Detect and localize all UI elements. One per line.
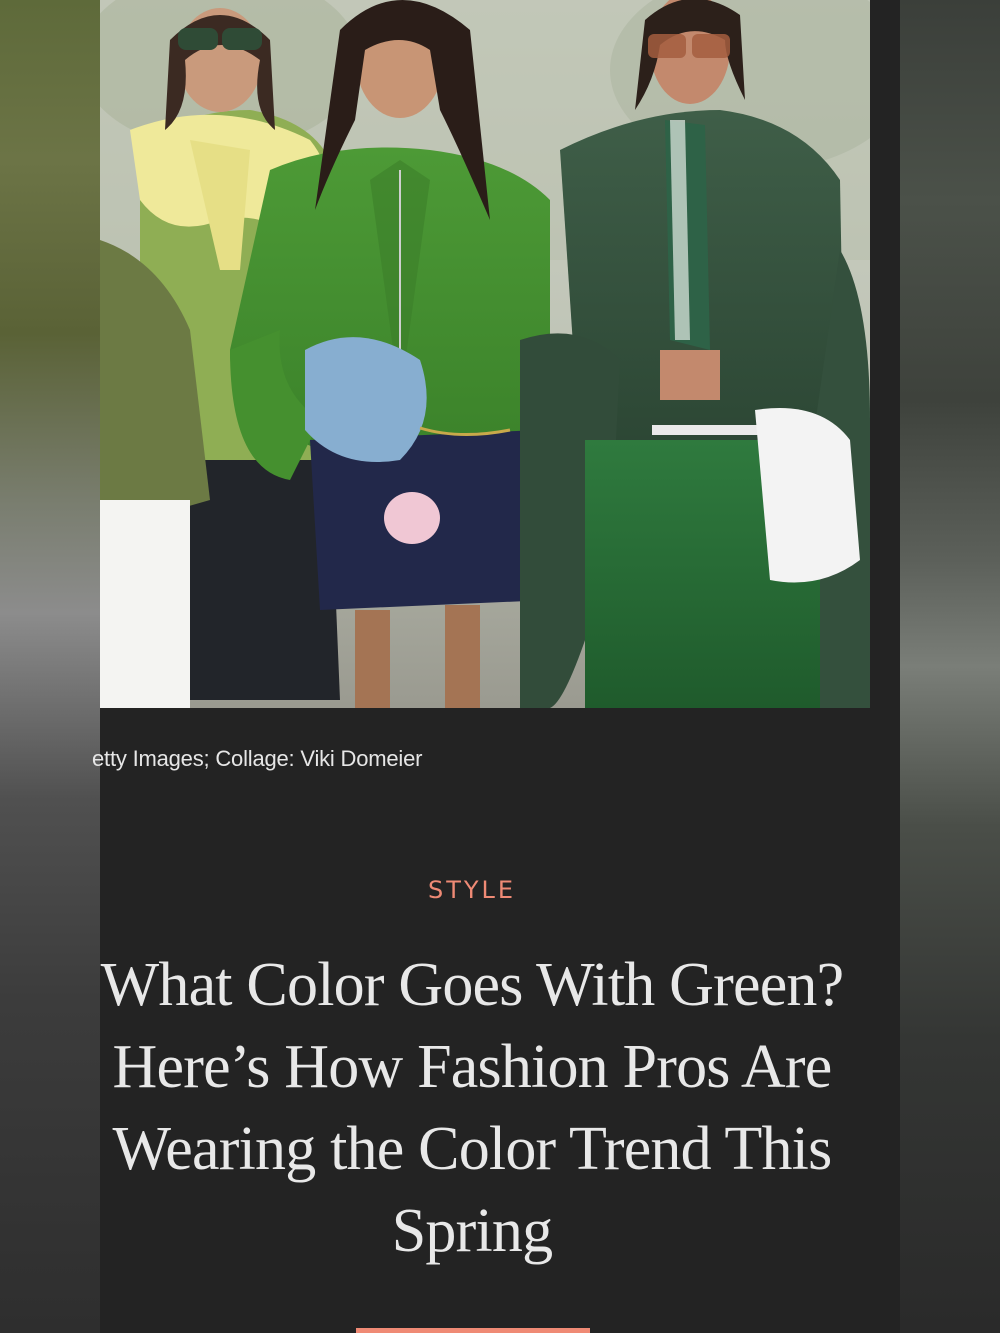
hero-image-illustration: [100, 0, 870, 708]
hero-image[interactable]: [100, 0, 870, 708]
hero-right-gutter: [870, 0, 900, 708]
blurred-backdrop-left: [0, 0, 100, 1333]
blurred-backdrop-right: [900, 0, 1000, 1333]
article-headline: What Color Goes With Green? Here’s How F…: [100, 951, 844, 1265]
screen: etty Images; Collage: Viki Domeier STYLE…: [0, 0, 1000, 1333]
category-link[interactable]: STYLE: [100, 876, 844, 904]
image-credit: etty Images; Collage: Viki Domeier: [92, 746, 423, 771]
accent-bar: [356, 1328, 590, 1333]
article-card: etty Images; Collage: Viki Domeier STYLE…: [92, 0, 900, 1333]
